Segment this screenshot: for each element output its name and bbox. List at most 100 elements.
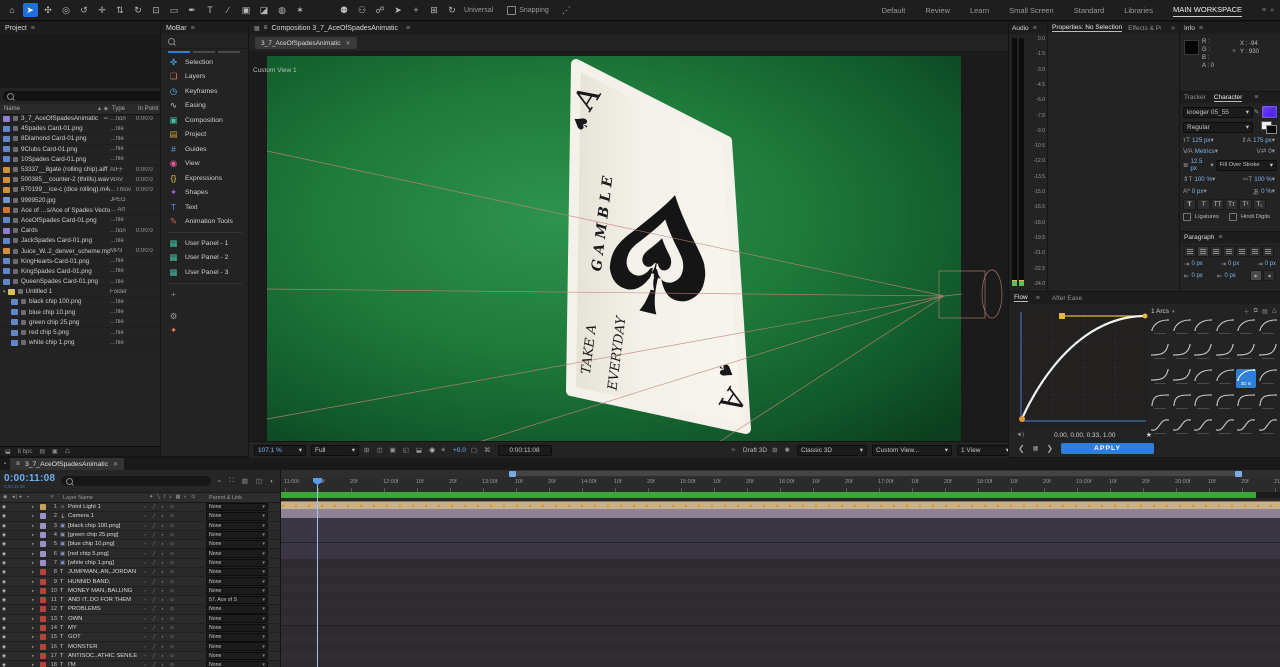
paragraph-align-button-7[interactable] [1262,246,1274,257]
current-time-display[interactable]: 0:00:11:08 [4,473,55,484]
font-family-dropdown[interactable]: kroeger 05_55 ▾ [1183,106,1253,118]
transparency-grid-icon[interactable]: ◱ [403,446,409,454]
expand-icon[interactable]: ⋰ [559,3,574,17]
workspace-menu-icon[interactable]: ≡ [1262,7,1266,14]
workspace-main-workspace[interactable]: MAIN WORKSPACE [1172,3,1242,17]
magnification-dropdown[interactable]: 107.1 % ▾ [254,444,306,456]
layer-color-swatch[interactable] [40,597,46,604]
layer-visibility-icon[interactable]: ◉ [0,662,8,667]
snapshot-icon[interactable]: ▢ [471,446,477,454]
layer-name[interactable]: MONSTER [68,644,144,650]
comp-panel-menu-icon[interactable]: ≡ [406,25,410,32]
layer-expander-icon[interactable]: ▸ [32,625,40,631]
layer-visibility-icon[interactable]: ◉ [0,653,8,659]
workspace-default[interactable]: Default [882,4,906,17]
layer-visibility-icon[interactable]: ◉ [0,606,8,612]
work-area-strip[interactable] [281,470,1280,478]
parent-link-dropdown[interactable]: None ▾ [206,623,268,633]
layer-name[interactable]: ANTISOC..ATHIC SENILE [68,653,144,659]
project-item[interactable]: 9999520.jpg JPEG [0,196,160,206]
pixel-aspect-icon[interactable]: ⬓ [416,446,422,454]
pen-tool-icon[interactable]: ✒ [185,3,200,17]
flow-curve-editor[interactable] [1012,306,1148,428]
layer-name[interactable]: HUNNID BAND, [68,579,144,585]
new-folder-icon[interactable]: ▤ [39,448,45,455]
layer-switches[interactable]: ⌐╱◐⊙ [144,532,206,538]
ease-preset[interactable] [1236,419,1256,438]
layer-name[interactable]: Camera 1 [68,513,144,519]
layer-color-swatch[interactable] [40,513,46,520]
layer-color-swatch[interactable] [40,541,46,548]
exposure-icon[interactable]: ☀ [440,446,446,454]
layer-visibility-icon[interactable]: ◉ [0,644,8,650]
paragraph-align-button-1[interactable] [1184,246,1196,257]
grid-guides-icon[interactable]: ⊞ [364,446,369,454]
ligatures-checkbox[interactable] [1183,213,1191,221]
layer-switches[interactable]: ⌐╱◐⊙ [144,597,206,603]
label-color-swatch[interactable] [13,116,18,122]
tab-overflow-icon[interactable]: » [1171,25,1175,32]
paragraph-align-button-6[interactable] [1249,246,1261,257]
motion-blur-icon[interactable]: ◐ [270,478,274,485]
label-color-swatch[interactable] [13,258,18,264]
layer-expander-icon[interactable]: ▸ [32,560,40,566]
project-item[interactable]: black chip 100.png …file [0,297,160,308]
mobar-search-input[interactable] [161,34,248,49]
clone-stamp-tool-icon[interactable]: ▣ [239,3,254,17]
layer-visibility-icon[interactable]: ◉ [0,634,8,640]
mobar-item-expressions[interactable]: {} Expressions [161,171,248,186]
tab-flow[interactable]: Flow [1014,294,1028,302]
paragraph-field[interactable]: 0 px [1228,261,1239,267]
project-item[interactable]: Ace of …s/Ace of Spades Vector.ai… Art [0,206,160,216]
layer-expander-icon[interactable]: ▸ [32,569,40,575]
project-item[interactable]: 3_7_AceOfSpadesAnimatic ⚯ …tion 0:00:0 [0,114,160,125]
ease-preset[interactable] [1150,344,1170,363]
ease-preset[interactable] [1172,419,1192,438]
layer-color-swatch[interactable] [40,550,46,557]
ease-preset[interactable] [1172,394,1192,413]
layer-row[interactable]: ◉ ▸ 5 ▣ [blue chip 10.png] ⌐╱◐⊙ None ▾ [0,540,280,550]
mobar-item-composition[interactable]: ▣ Composition [161,113,248,128]
mobar-item-keyframes[interactable]: ◷ Keyframes [161,84,248,99]
project-item[interactable]: white chip 1.png …file [0,338,160,349]
layer-name[interactable]: [blue chip 10.png] [68,541,144,547]
layer-visibility-icon[interactable]: ◉ [0,625,8,631]
column-inpoint[interactable]: In Point [138,106,160,112]
stroke-width-value[interactable]: 12.5 px [1190,158,1210,172]
workspace-learn[interactable]: Learn [970,4,989,17]
layer-row[interactable]: ◉ ▸ 18 T I'M ⌐╱◐⊙ None ▾ [0,660,280,667]
layer-visibility-icon[interactable]: ◉ [0,504,8,510]
mobar-item-user-panel---1[interactable]: ▦ User Panel - 1 [161,236,248,251]
layer-color-swatch[interactable] [40,522,46,529]
layer-name[interactable]: MONEY MAN,.BALLING [68,588,144,594]
ease-preset[interactable] [1193,344,1213,363]
project-panel-menu-icon[interactable]: ≡ [31,25,35,32]
layer-visibility-icon[interactable]: ◉ [0,616,8,622]
layer-name[interactable]: Point Light 1 [68,504,144,510]
view-layout-dropdown[interactable]: 1 View ▾ [957,444,1008,456]
parent-link-dropdown[interactable]: None ▾ [206,660,268,667]
parent-link-dropdown[interactable]: None ▾ [206,521,268,530]
layer-color-swatch[interactable] [40,532,46,539]
workspace-overflow-icon[interactable]: » [1270,7,1274,14]
small-caps-button[interactable]: Tᴛ [1225,199,1238,210]
project-item[interactable]: green chip 25.png …file [0,318,160,328]
layer-visibility-icon[interactable]: ◉ [0,541,8,547]
copy-preset-icon[interactable]: ⧉ [1254,308,1258,315]
mobar-tab-indicator[interactable] [193,51,215,53]
layer-visibility-icon[interactable]: ◉ [0,597,8,603]
layer-switches[interactable]: ⌐╱◐⊙ [144,625,206,631]
viewer-tab[interactable]: 3_7_AceOfSpadesAnimatic ✕ [255,37,357,49]
ease-preset[interactable] [1258,419,1278,438]
ease-preset[interactable] [1258,344,1278,363]
comp-viewport[interactable]: A ♠ ♠ ♠ ♠ GAMBLE TAKE A EVERYDAY A ♠ Cus… [249,51,1008,443]
superscript-button[interactable]: T¹ [1239,199,1252,210]
parent-link-dropdown[interactable]: None ▾ [206,530,268,540]
layer-color-swatch[interactable] [40,578,46,585]
layer-switches[interactable]: ⌐╱◐⊙ [144,606,206,612]
interpret-footage-icon[interactable]: ⬓ [5,448,11,455]
layer-switches[interactable]: ⌐╱◐⊙ [144,504,206,510]
tab-properties[interactable]: Properties: No Selection [1052,24,1123,32]
draft-3d-icon[interactable]: ✧ [730,446,735,454]
layer-name-column[interactable]: Layer Name [63,495,149,501]
